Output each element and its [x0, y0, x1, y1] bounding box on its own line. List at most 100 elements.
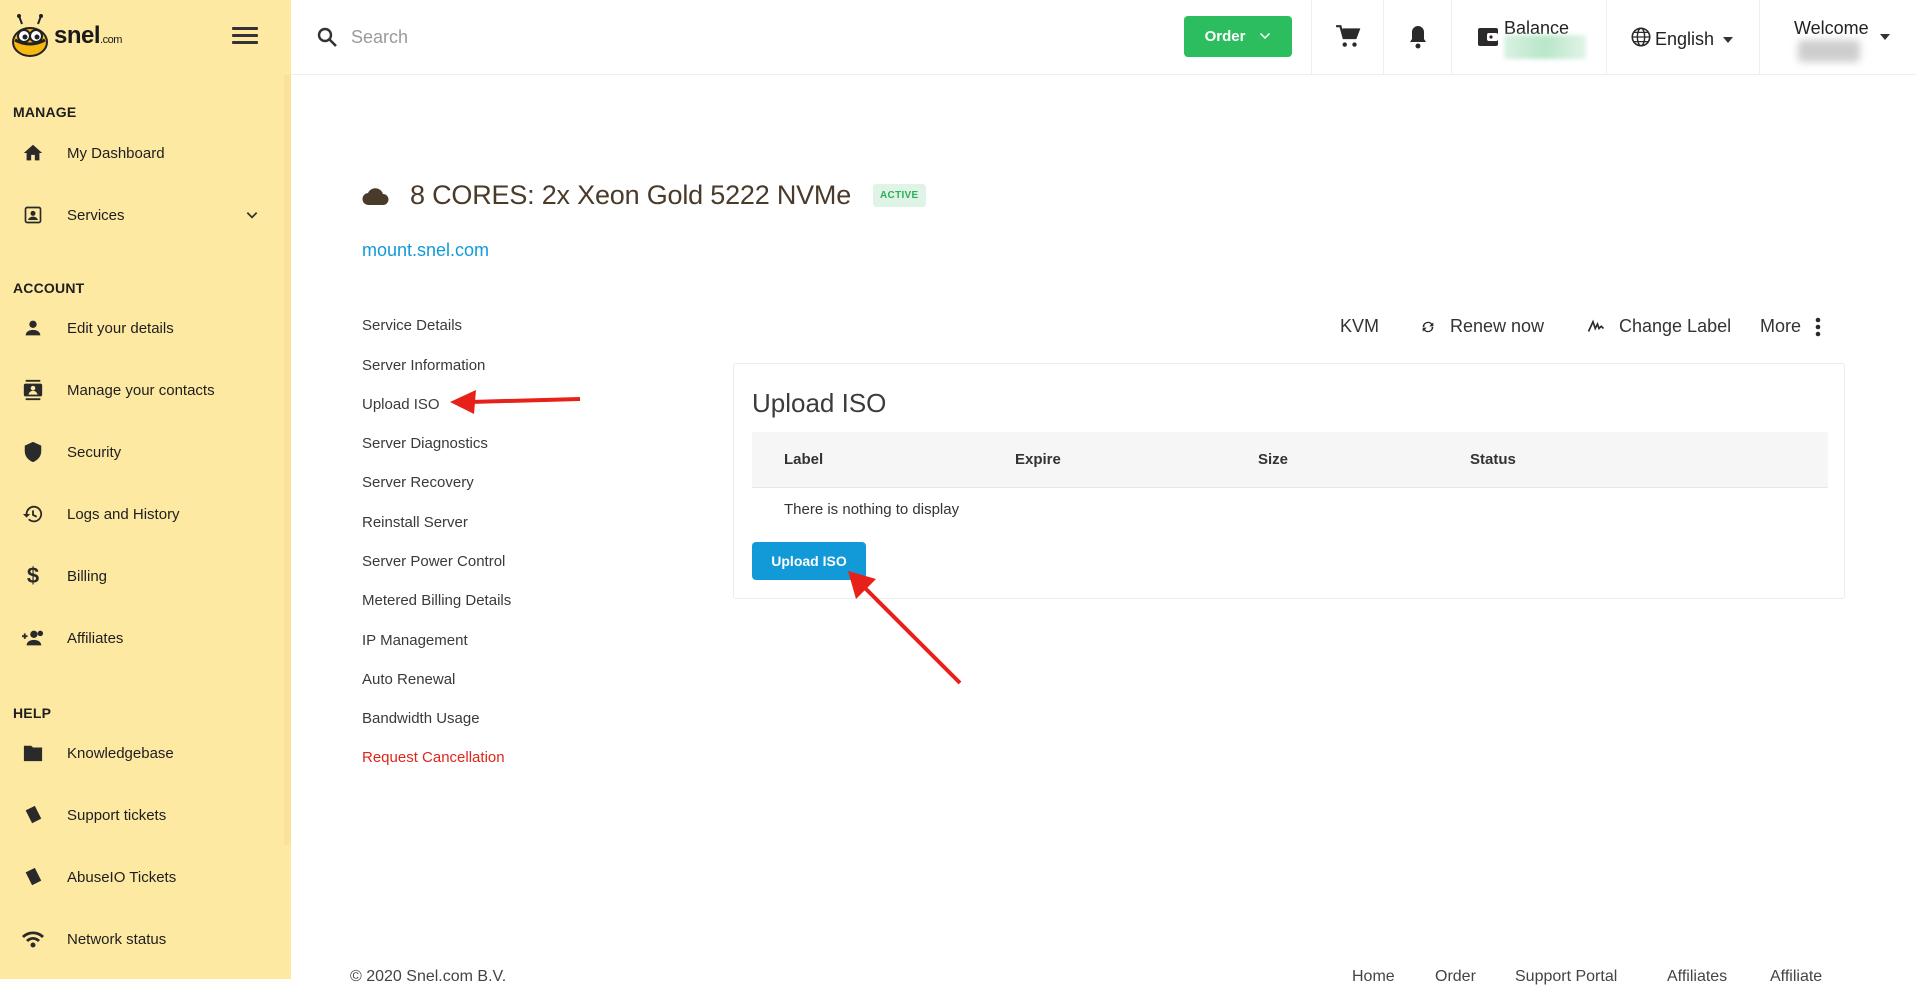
- sidebar: snel.com MANAGE My Dashboard Services AC…: [0, 0, 291, 979]
- service-nav-item[interactable]: Server Power Control: [362, 553, 505, 570]
- column-header-status[interactable]: Status: [1470, 451, 1516, 468]
- sidebar-item-security[interactable]: Security: [0, 427, 284, 477]
- sidebar-item-label: Support tickets: [67, 806, 167, 824]
- globe-icon: [1630, 26, 1652, 53]
- footer-copyright: © 2020 Snel.com B.V.: [350, 968, 507, 985]
- sidebar-item-knowledgebase[interactable]: Knowledgebase: [0, 728, 284, 778]
- signature-icon: [1587, 319, 1605, 332]
- divider: [1451, 0, 1452, 75]
- language-label: English: [1655, 29, 1715, 49]
- sidebar-item-label: Services: [67, 206, 125, 224]
- username-redacted: [1798, 40, 1860, 62]
- panel-title: Upload ISO: [752, 388, 887, 418]
- footer-link[interactable]: Order: [1435, 968, 1476, 986]
- sidebar-item-label: Manage your contacts: [67, 381, 215, 399]
- sidebar-item-label: Logs and History: [67, 505, 180, 523]
- person-icon: [20, 315, 46, 341]
- column-header-size[interactable]: Size: [1258, 451, 1288, 468]
- column-header-expire[interactable]: Expire: [1015, 451, 1061, 468]
- order-button-label: Order: [1204, 28, 1246, 45]
- kvm-button[interactable]: KVM: [1340, 316, 1379, 337]
- request-cancellation-link[interactable]: Request Cancellation: [362, 749, 505, 766]
- column-header-label[interactable]: Label: [784, 451, 823, 468]
- service-nav-item[interactable]: Metered Billing Details: [362, 592, 511, 609]
- service-nav-item[interactable]: Reinstall Server: [362, 514, 468, 531]
- service-nav-item-active[interactable]: Upload ISO: [362, 396, 440, 413]
- service-header: 8 CORES: 2x Xeon Gold 5222 NVMe ACTIVE: [362, 180, 926, 211]
- service-nav-item[interactable]: Service Details: [362, 317, 462, 334]
- sidebar-item-label: Knowledgebase: [67, 744, 174, 762]
- search-icon[interactable]: [315, 25, 339, 49]
- topbar: Order Balance English Welcome: [291, 0, 1916, 75]
- sidebar-item-dashboard[interactable]: My Dashboard: [0, 128, 284, 178]
- section-title-help: HELP: [13, 705, 52, 721]
- folder-icon: [20, 740, 46, 766]
- chevron-down-icon: [1259, 28, 1271, 45]
- status-badge: ACTIVE: [873, 184, 926, 207]
- footer-link[interactable]: Home: [1352, 968, 1395, 986]
- upload-iso-button[interactable]: Upload ISO: [752, 542, 866, 580]
- table-header: Label Expire Size Status: [752, 432, 1828, 488]
- sidebar-item-label: AbuseIO Tickets: [67, 868, 177, 886]
- ticket-icon: [20, 864, 46, 890]
- renew-label: Renew now: [1450, 316, 1545, 336]
- sidebar-item-label: Billing: [67, 567, 108, 585]
- footer-link[interactable]: Affiliates: [1667, 968, 1727, 986]
- service-nav-item[interactable]: Server Information: [362, 357, 485, 374]
- bell-icon[interactable]: [1406, 24, 1432, 50]
- sidebar-scrollbar[interactable]: [284, 75, 291, 845]
- refresh-icon: [1422, 321, 1434, 332]
- language-selector[interactable]: English: [1630, 26, 1734, 53]
- service-nav-item[interactable]: IP Management: [362, 632, 468, 649]
- sidebar-item-label: Security: [67, 443, 122, 461]
- menu-toggle-icon[interactable]: [232, 27, 258, 47]
- service-nav-item[interactable]: Server Diagnostics: [362, 435, 488, 452]
- page-title: 8 CORES: 2x Xeon Gold 5222 NVMe: [410, 180, 852, 210]
- affiliates-icon: [20, 625, 46, 651]
- sidebar-item-contacts[interactable]: Manage your contacts: [0, 365, 284, 415]
- section-title-manage: MANAGE: [13, 104, 77, 120]
- service-nav-item[interactable]: Server Recovery: [362, 474, 474, 491]
- shield-icon: [20, 439, 46, 465]
- caret-down-icon: [1723, 36, 1734, 43]
- chevron-down-icon[interactable]: [245, 208, 259, 222]
- more-button[interactable]: More: [1760, 316, 1835, 337]
- services-icon: [20, 202, 46, 228]
- sidebar-item-edit-details[interactable]: Edit your details: [0, 303, 284, 353]
- vertical-dots-icon: [1815, 317, 1821, 336]
- snel-logo[interactable]: snel.com: [10, 14, 122, 58]
- wifi-icon: [20, 926, 46, 952]
- empty-table-message: There is nothing to display: [784, 501, 960, 518]
- ticket-icon: [20, 802, 46, 828]
- service-nav-item[interactable]: Auto Renewal: [362, 671, 455, 688]
- section-title-account: ACCOUNT: [13, 280, 85, 296]
- sidebar-item-abuseio-tickets[interactable]: AbuseIO Tickets: [0, 852, 284, 902]
- cart-icon[interactable]: [1335, 24, 1361, 50]
- user-menu[interactable]: Welcome: [1794, 18, 1890, 62]
- service-nav-item[interactable]: Bandwidth Usage: [362, 710, 480, 727]
- sidebar-item-logs[interactable]: Logs and History: [0, 489, 284, 539]
- sidebar-item-services[interactable]: Services: [0, 190, 284, 240]
- sidebar-item-billing[interactable]: $ Billing: [0, 551, 284, 601]
- caret-down-icon: [1880, 34, 1890, 40]
- sidebar-item-network-status[interactable]: Network status: [0, 914, 284, 964]
- sidebar-item-affiliates[interactable]: Affiliates: [0, 613, 284, 663]
- sidebar-item-label: Edit your details: [67, 319, 174, 337]
- renew-now-button[interactable]: Renew now: [1420, 316, 1544, 337]
- brand-name: snel.com: [54, 22, 122, 49]
- domain-link[interactable]: mount.snel.com: [362, 240, 489, 261]
- change-label-label: Change Label: [1619, 316, 1732, 336]
- order-button[interactable]: Order: [1184, 16, 1292, 57]
- change-label-button[interactable]: Change Label: [1587, 316, 1731, 337]
- sidebar-item-support-tickets[interactable]: Support tickets: [0, 790, 284, 840]
- sidebar-item-label: Network status: [67, 930, 167, 948]
- search-input[interactable]: [351, 20, 1051, 54]
- footer-link[interactable]: Affiliate: [1770, 968, 1822, 986]
- contacts-icon: [20, 377, 46, 403]
- upload-iso-panel: Upload ISO Label Expire Size Status Ther…: [733, 363, 1845, 599]
- more-label: More: [1760, 316, 1802, 336]
- home-icon: [20, 140, 46, 166]
- dollar-icon: $: [26, 563, 40, 588]
- kvm-label: KVM: [1340, 316, 1380, 336]
- footer-link[interactable]: Support Portal: [1515, 968, 1617, 986]
